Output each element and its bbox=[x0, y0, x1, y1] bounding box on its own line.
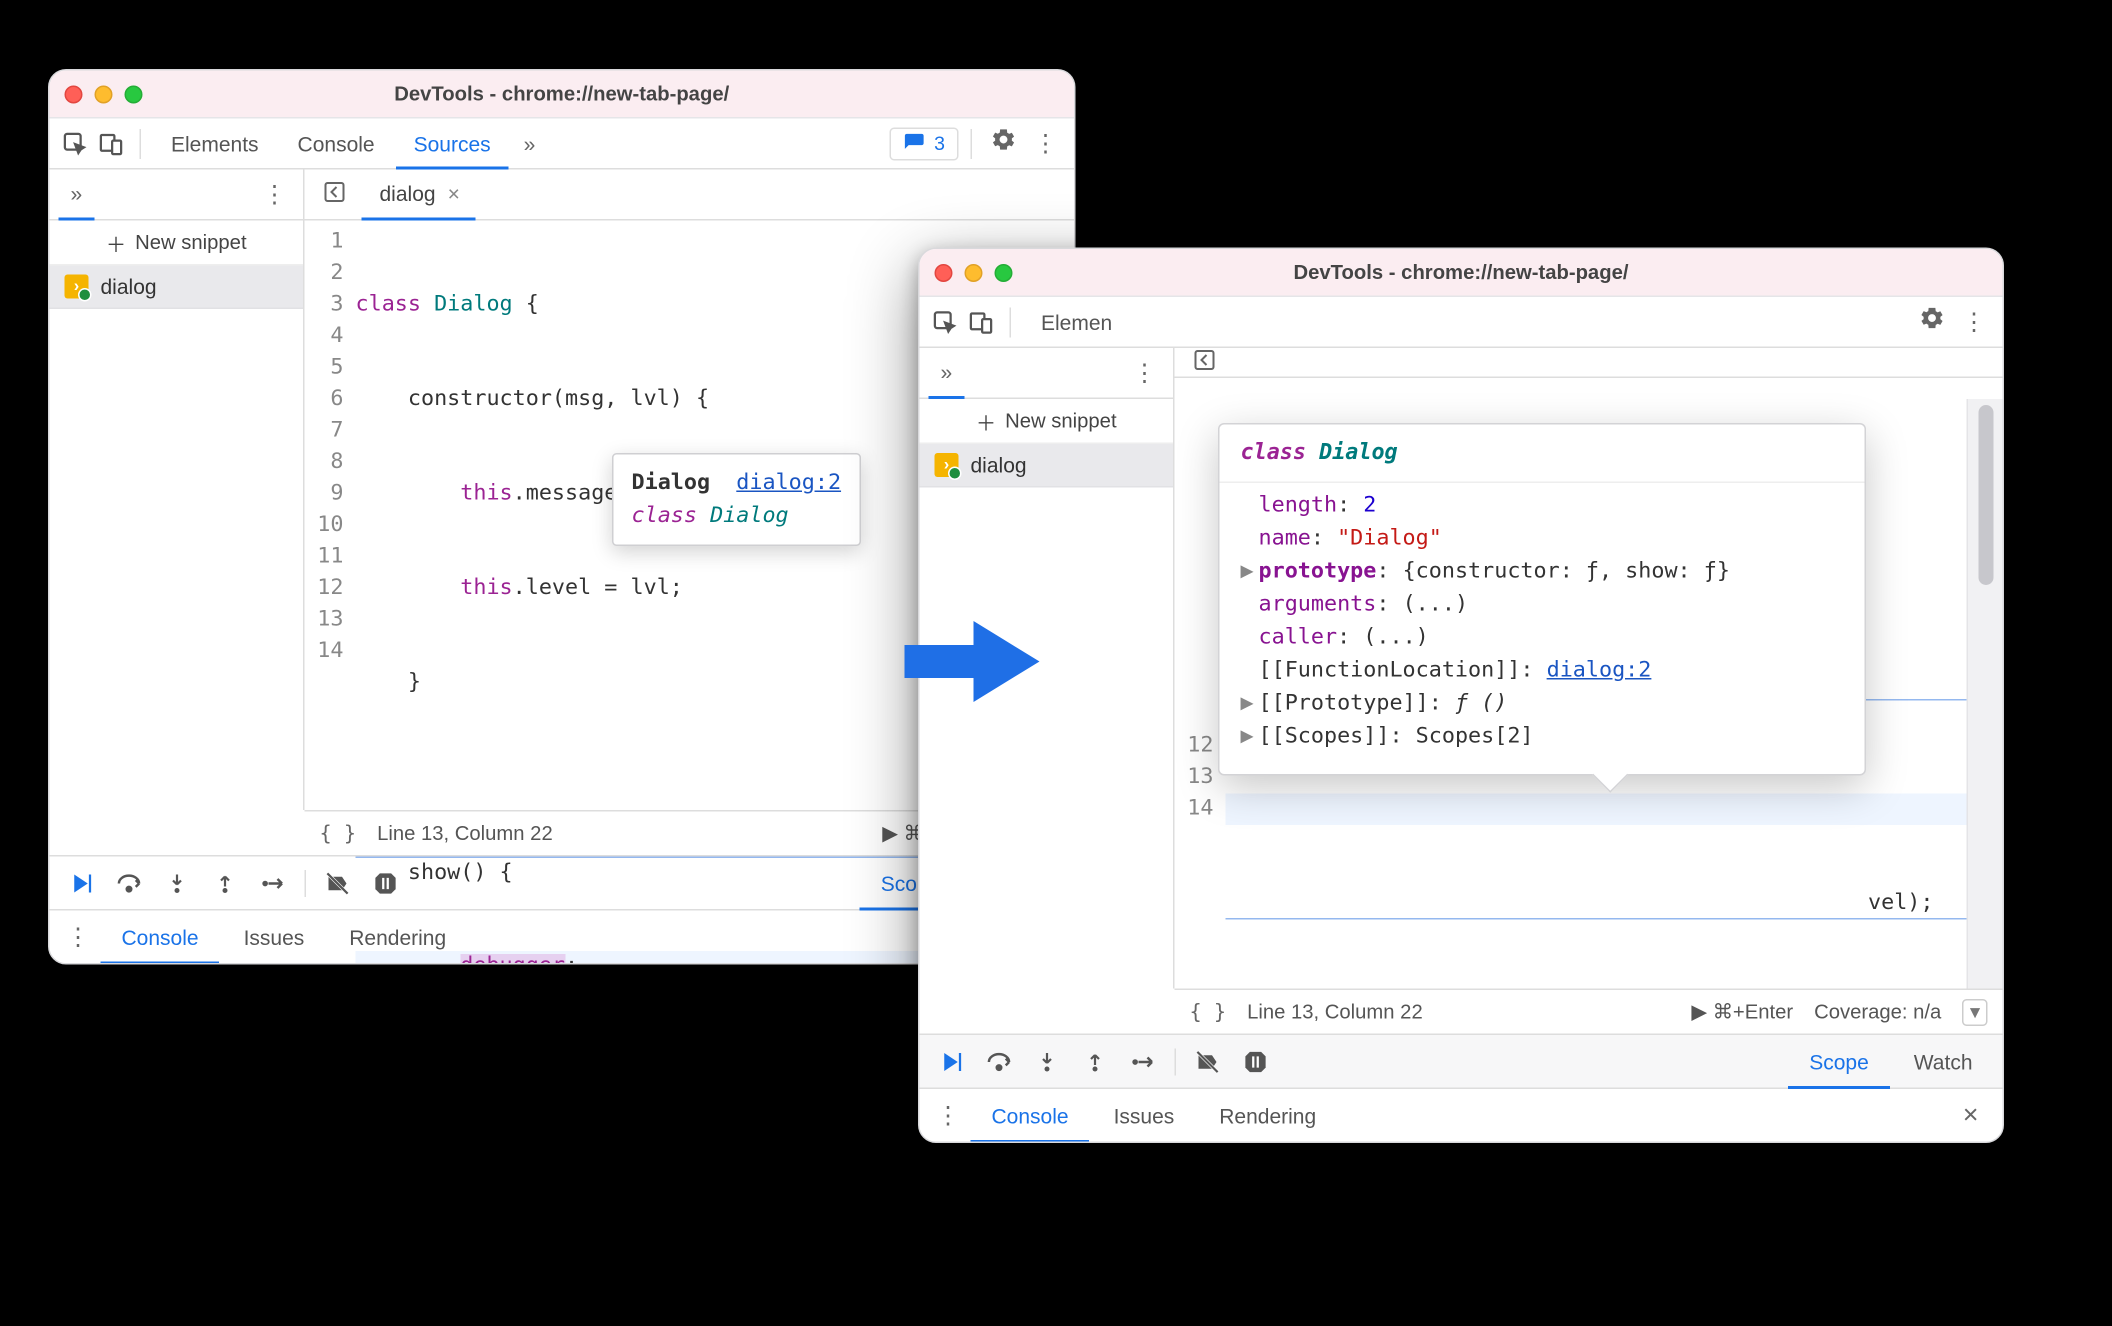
nav-back-icon[interactable] bbox=[1184, 348, 1226, 377]
scrollbar-thumb[interactable] bbox=[1979, 405, 1994, 585]
snippet-file-item[interactable]: › dialog bbox=[920, 444, 1174, 488]
titlebar: DevTools - chrome://new-tab-page/ bbox=[50, 71, 1075, 119]
device-toggle-icon[interactable] bbox=[965, 305, 998, 338]
expand-internal-prototype[interactable]: ▶[[Prototype]]: ƒ () bbox=[1241, 687, 1862, 720]
kebab-menu-icon[interactable]: ⋮ bbox=[1026, 128, 1065, 158]
tab-elements-truncated[interactable]: Elemen bbox=[1023, 296, 1130, 347]
snippet-file-name: dialog bbox=[971, 453, 1027, 477]
more-tabs[interactable]: » bbox=[512, 131, 548, 155]
editor-tab-label: dialog bbox=[380, 181, 436, 205]
step-over-icon[interactable] bbox=[977, 1048, 1022, 1075]
navigator-kebab-icon[interactable]: ⋮ bbox=[1125, 358, 1164, 388]
scrollbar[interactable] bbox=[1967, 399, 2003, 989]
window-title: DevTools - chrome://new-tab-page/ bbox=[50, 83, 1075, 106]
transition-arrow-icon bbox=[905, 621, 1040, 702]
drawer-tab-console[interactable]: Console bbox=[971, 1088, 1090, 1142]
step-icon[interactable] bbox=[251, 869, 296, 896]
snippet-file-item[interactable]: › dialog bbox=[50, 266, 304, 310]
step-out-icon[interactable] bbox=[203, 869, 248, 896]
tab-elements[interactable]: Elements bbox=[153, 118, 277, 169]
expand-prototype[interactable]: ▶prototype: {constructor: ƒ, show: ƒ} bbox=[1241, 555, 1862, 588]
window-title: DevTools - chrome://new-tab-page/ bbox=[920, 261, 2003, 284]
nav-back-icon[interactable] bbox=[314, 180, 356, 209]
editor-tab-dialog[interactable]: dialog × bbox=[362, 169, 475, 220]
expand-scopes[interactable]: ▶[[Scopes]]: Scopes[2] bbox=[1241, 720, 1862, 753]
hover-popover-object: class Dialog length: 2 name: "Dialog" ▶p… bbox=[1218, 423, 1866, 776]
navigator-more[interactable]: » bbox=[929, 347, 965, 398]
drawer-kebab-icon[interactable]: ⋮ bbox=[59, 922, 98, 952]
navigator-pane: » ⋮ ＋ New snippet › dialog bbox=[50, 170, 305, 811]
settings-gear-icon[interactable] bbox=[1913, 305, 1952, 340]
issues-count: 3 bbox=[934, 132, 945, 155]
kebab-menu-icon[interactable]: ⋮ bbox=[1955, 307, 1994, 337]
panel-toolbar: Elemen ⋮ bbox=[920, 297, 2003, 348]
devtools-window-2: DevTools - chrome://new-tab-page/ Elemen… bbox=[918, 248, 2004, 1144]
step-into-icon[interactable] bbox=[1025, 1048, 1070, 1075]
resume-icon[interactable] bbox=[929, 1048, 974, 1075]
panel-toolbar: Elements Console Sources » 3 ⋮ bbox=[50, 119, 1075, 170]
step-over-icon[interactable] bbox=[107, 869, 152, 896]
editor-tabs bbox=[1175, 348, 2003, 378]
step-into-icon[interactable] bbox=[155, 869, 200, 896]
editor-tabs: dialog × bbox=[305, 170, 1075, 221]
inspect-icon[interactable] bbox=[929, 305, 962, 338]
new-snippet-button[interactable]: ＋ New snippet bbox=[920, 399, 1174, 444]
function-location-link[interactable]: dialog:2 bbox=[1547, 659, 1652, 683]
resume-icon[interactable] bbox=[59, 869, 104, 896]
drawer-tab-console[interactable]: Console bbox=[101, 910, 220, 964]
titlebar: DevTools - chrome://new-tab-page/ bbox=[920, 249, 2003, 297]
tab-sources[interactable]: Sources bbox=[396, 118, 509, 169]
close-tab-icon[interactable]: × bbox=[448, 181, 460, 205]
settings-gear-icon[interactable] bbox=[984, 126, 1023, 161]
snippet-file-name: dialog bbox=[101, 275, 157, 299]
device-toggle-icon[interactable] bbox=[95, 127, 128, 160]
snippet-file-icon: › bbox=[65, 275, 89, 299]
new-snippet-label: New snippet bbox=[135, 231, 246, 254]
definition-link[interactable]: dialog:2 bbox=[736, 471, 841, 495]
new-snippet-label: New snippet bbox=[1005, 410, 1116, 433]
tab-console[interactable]: Console bbox=[280, 118, 393, 169]
navigator-more[interactable]: » bbox=[59, 169, 95, 220]
plus-icon: ＋ bbox=[976, 406, 996, 436]
step-icon[interactable] bbox=[1121, 1048, 1166, 1075]
issues-chip[interactable]: 3 bbox=[889, 127, 958, 160]
hover-popover-small: Dialog dialog:2 class Dialog bbox=[612, 453, 861, 546]
line-gutter: 1 2 3 4 5 6 7 8 9 10 11 12 13 14 bbox=[305, 227, 356, 965]
navigator-kebab-icon[interactable]: ⋮ bbox=[255, 179, 294, 209]
drawer-kebab-icon[interactable]: ⋮ bbox=[929, 1100, 968, 1130]
inspect-icon[interactable] bbox=[59, 127, 92, 160]
snippet-file-icon: › bbox=[935, 453, 959, 477]
plus-icon: ＋ bbox=[106, 227, 126, 257]
step-out-icon[interactable] bbox=[1073, 1048, 1118, 1075]
new-snippet-button[interactable]: ＋ New snippet bbox=[50, 221, 304, 266]
